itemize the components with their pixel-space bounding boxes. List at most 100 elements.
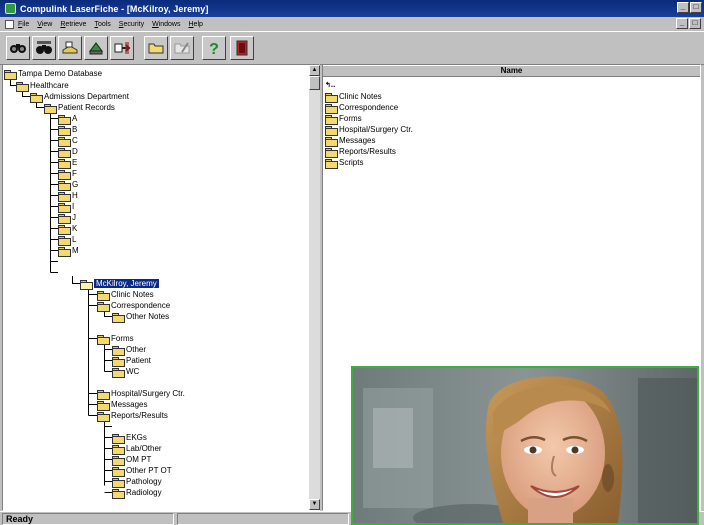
status-text: Ready — [2, 513, 174, 525]
tree-node-ekgs[interactable]: EKGs — [112, 432, 147, 444]
tree-node-forms-other[interactable]: Other — [112, 344, 146, 356]
folder-icon — [112, 356, 125, 367]
tree-node-letter[interactable]: H — [58, 190, 78, 202]
tree-node-forms-patient[interactable]: Patient — [112, 355, 151, 367]
document-icon[interactable] — [5, 19, 14, 29]
tree-node-letter[interactable]: E — [58, 157, 77, 169]
help-icon: ? — [209, 41, 219, 57]
tree-scrollbar[interactable]: ▲ ▼ — [309, 65, 320, 510]
edit-folder-button[interactable] — [170, 36, 194, 60]
folder-icon — [58, 136, 71, 147]
tree-node-messages[interactable]: Messages — [97, 399, 147, 411]
tree-node-om-pt[interactable]: OM PT — [112, 454, 151, 466]
folder-icon — [325, 158, 338, 169]
tree-node-forms-wc[interactable]: WC — [112, 366, 139, 378]
printer-button[interactable] — [84, 36, 108, 60]
folder-icon — [112, 455, 125, 466]
open-folder-button[interactable] — [144, 36, 168, 60]
menu-view[interactable]: View — [37, 21, 52, 28]
status-panel — [177, 513, 349, 525]
menu-tools[interactable]: Tools — [94, 21, 110, 28]
folder-icon — [44, 103, 57, 114]
list-item[interactable]: Clinic Notes — [325, 91, 382, 103]
folder-icon — [4, 69, 17, 80]
tree-node-letter[interactable]: F — [58, 168, 77, 180]
folder-icon — [97, 301, 110, 312]
export-button[interactable] — [110, 36, 134, 60]
tree-node-letter[interactable]: K — [58, 223, 77, 235]
tree-node-other-pt-ot[interactable]: Other PT OT — [112, 465, 172, 477]
tree-node-letter[interactable]: M — [58, 245, 79, 257]
folder-icon — [112, 345, 125, 356]
tree-node-other-notes[interactable]: Other Notes — [112, 311, 169, 323]
tree-node-correspondence[interactable]: Correspondence — [97, 300, 170, 312]
list-item[interactable]: Scripts — [325, 157, 363, 169]
help-button[interactable]: ? — [202, 36, 226, 60]
scanner-button[interactable] — [58, 36, 82, 60]
folder-icon — [58, 180, 71, 191]
list-item[interactable]: Reports/Results — [325, 146, 396, 158]
folder-icon — [97, 389, 110, 400]
search-icon — [10, 44, 26, 53]
folder-icon — [112, 312, 125, 323]
folder-icon — [97, 290, 110, 301]
doc-minimize-button[interactable]: _ — [676, 18, 688, 29]
menu-retrieve[interactable]: Retrieve — [60, 21, 86, 28]
open-folder-icon — [148, 43, 164, 54]
tree-node-reports[interactable]: Reports/Results — [97, 410, 168, 422]
folder-icon — [58, 147, 71, 158]
folder-tree[interactable]: Tampa Demo Database Healthcare Admission… — [2, 64, 320, 511]
scroll-thumb[interactable] — [309, 76, 320, 90]
menu-bar: File View Retrieve Tools Security Window… — [0, 17, 704, 31]
tree-node-pathology[interactable]: Pathology — [112, 476, 162, 488]
tree-node-letter[interactable]: J — [58, 212, 76, 224]
tree-node-clinic-notes[interactable]: Clinic Notes — [97, 289, 154, 301]
tree-node-letter[interactable]: A — [58, 113, 77, 125]
menu-windows[interactable]: Windows — [152, 21, 180, 28]
tree-node-radiology[interactable]: Radiology — [112, 487, 162, 499]
folder-icon — [325, 92, 338, 103]
tree-node-healthcare[interactable]: Healthcare — [16, 80, 69, 92]
tree-node-hospital[interactable]: Hospital/Surgery Ctr. — [97, 388, 185, 400]
menu-help[interactable]: Help — [188, 21, 202, 28]
tree-node-admissions[interactable]: Admissions Department — [30, 91, 129, 103]
export-icon — [114, 42, 131, 54]
list-item[interactable]: Messages — [325, 135, 375, 147]
folder-icon — [112, 433, 125, 444]
folder-icon — [112, 444, 125, 455]
search-button[interactable] — [6, 36, 30, 60]
folder-icon — [325, 136, 338, 147]
tree-node-letter[interactable]: I — [58, 201, 74, 213]
list-item[interactable]: Forms — [325, 113, 362, 125]
tree-node-letter[interactable]: B — [58, 124, 77, 136]
edit-folder-icon — [174, 42, 190, 54]
tree-node-root[interactable]: Tampa Demo Database — [4, 68, 102, 80]
list-item[interactable]: Hospital/Surgery Ctr. — [325, 124, 413, 136]
maximize-button[interactable]: □ — [690, 2, 702, 13]
app-icon[interactable] — [5, 3, 16, 14]
window-title: Compulink LaserFiche - [McKilroy, Jeremy… — [20, 3, 209, 14]
scroll-down-button[interactable]: ▼ — [309, 499, 320, 510]
folder-icon — [58, 191, 71, 202]
menu-security[interactable]: Security — [119, 21, 144, 28]
list-item[interactable]: Correspondence — [325, 102, 398, 114]
menu-file[interactable]: File — [18, 21, 29, 28]
tree-node-letter[interactable]: C — [58, 135, 78, 147]
column-header-name[interactable]: Name — [323, 65, 700, 77]
doc-restore-button[interactable]: □ — [689, 18, 701, 29]
tree-node-letter[interactable]: D — [58, 146, 78, 158]
scroll-up-button[interactable]: ▲ — [309, 65, 320, 76]
minimize-button[interactable]: _ — [677, 2, 689, 13]
up-folder-item[interactable]: ↰.. — [325, 79, 335, 90]
tree-node-letter[interactable]: G — [58, 179, 78, 191]
tree-node-lab-other[interactable]: Lab/Other — [112, 443, 162, 455]
exit-button[interactable] — [230, 36, 254, 60]
tree-node-letter[interactable]: L — [58, 234, 76, 246]
search-all-button[interactable] — [32, 36, 56, 60]
title-bar[interactable]: Compulink LaserFiche - [McKilroy, Jeremy… — [0, 0, 704, 17]
tree-node-selected[interactable]: McKilroy, Jeremy — [80, 278, 159, 290]
tree-node-forms[interactable]: Forms — [97, 333, 134, 345]
folder-icon — [30, 92, 43, 103]
tree-node-patient-records[interactable]: Patient Records — [44, 102, 115, 114]
open-folder-icon — [80, 279, 93, 290]
